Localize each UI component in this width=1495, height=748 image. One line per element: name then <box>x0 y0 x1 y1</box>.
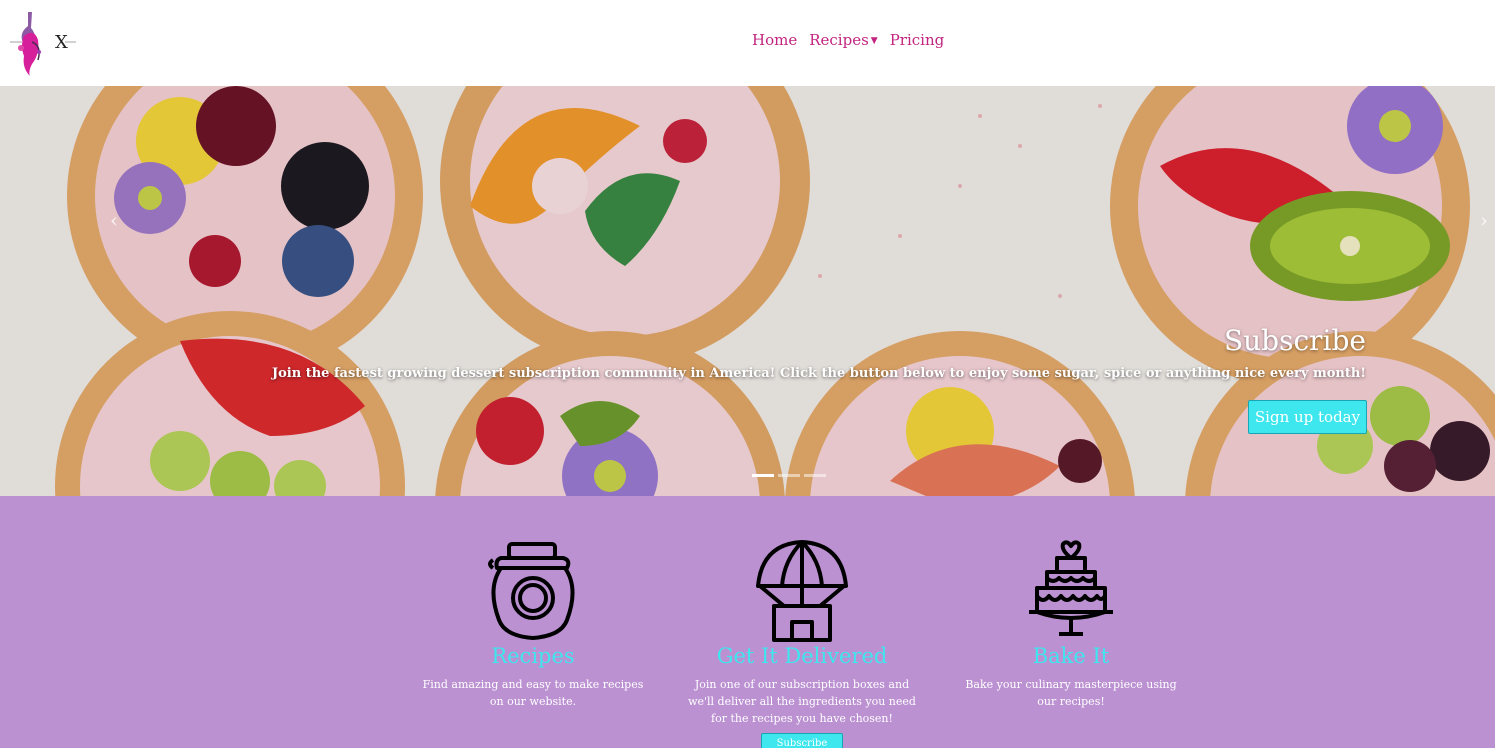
feature-delivery: Get It Delivered Join one of our subscri… <box>682 540 922 727</box>
feature-recipes: Recipes Find amazing and easy to make re… <box>413 540 653 710</box>
nav-home-link[interactable]: Home <box>752 31 797 49</box>
parachute-delivery-icon <box>756 540 848 642</box>
carousel-next-icon[interactable]: › <box>1480 208 1488 232</box>
jar-icon <box>488 542 575 640</box>
nav-pricing-label: Pricing <box>889 31 945 49</box>
hero-description: Join the fastest growing dessert subscri… <box>271 366 1366 381</box>
feature-bake: Bake It Bake your culinary masterpiece u… <box>951 540 1191 710</box>
carousel-indicators <box>752 474 826 477</box>
carousel-indicator[interactable] <box>752 474 774 477</box>
nav-home-label: Home <box>752 31 798 49</box>
hero-background-image <box>0 86 1495 496</box>
hero-title: Subscribe <box>1223 324 1366 357</box>
caret-down-icon: ▼ <box>870 36 878 46</box>
logo-graphic: X <box>10 12 76 76</box>
nav-links: Home Recipes ▼ Pricing <box>752 31 944 49</box>
hero-carousel: ‹ › Subscribe Join the fastest growing d… <box>0 86 1495 496</box>
carousel-indicator[interactable] <box>778 474 800 477</box>
navbar: X Home Recipes ▼ Pricing <box>0 0 1495 86</box>
logo-letter: X <box>55 32 68 53</box>
nav-recipes-dropdown[interactable]: Recipes ▼ <box>809 31 877 49</box>
cake-icon <box>1029 540 1113 636</box>
feature-title: Bake It <box>1032 644 1110 668</box>
feature-title: Get It Delivered <box>716 644 888 668</box>
feature-description: Join one of our subscription boxes and w… <box>688 678 916 725</box>
nav-recipes-label: Recipes <box>809 31 869 49</box>
carousel-indicator[interactable] <box>804 474 826 477</box>
site-logo[interactable]: X <box>8 6 78 78</box>
sign-up-button[interactable]: Sign up today <box>1248 400 1367 434</box>
feature-description: Bake your culinary masterpiece using our… <box>965 678 1177 708</box>
carousel-prev-icon[interactable]: ‹ <box>110 208 118 232</box>
nav-pricing-link[interactable]: Pricing <box>890 31 945 49</box>
subscribe-button[interactable]: Subscribe <box>761 733 843 748</box>
features-section: Recipes Find amazing and easy to make re… <box>0 496 1495 748</box>
feature-title: Recipes <box>491 644 575 668</box>
feature-description: Find amazing and easy to make recipes on… <box>422 678 644 708</box>
